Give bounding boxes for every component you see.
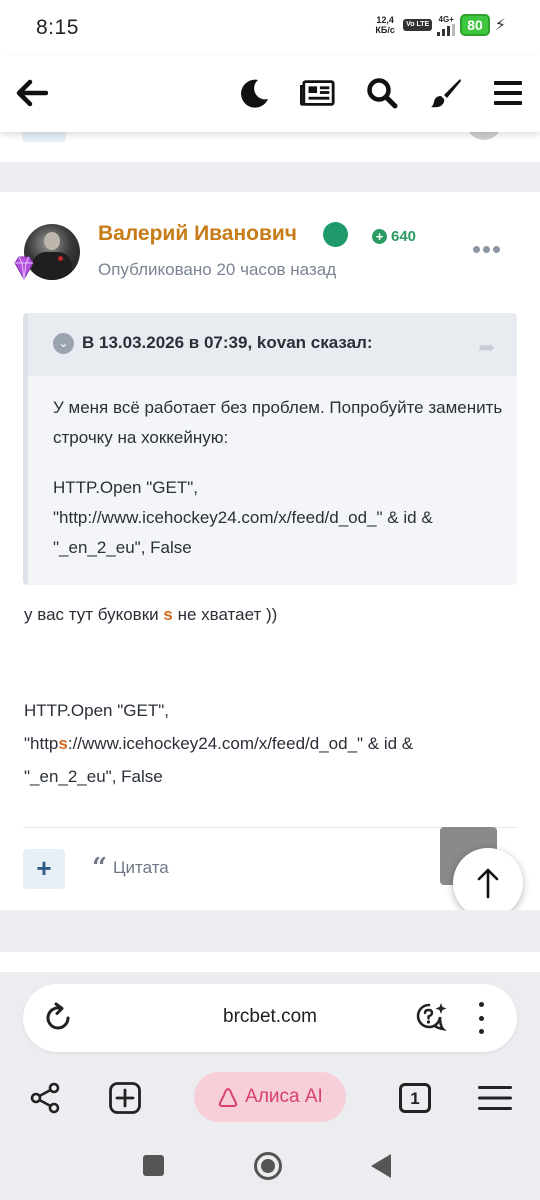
quote-button[interactable]: “ Цитата: [92, 853, 169, 883]
tab-count: 1: [399, 1083, 431, 1113]
address-bar[interactable]: brcbet.com: [23, 984, 517, 1052]
status-bar: 8:15 12,4 КБ/с Vo LTE 4G+ 80 ⚡: [0, 0, 540, 56]
status-time: 8:15: [36, 16, 79, 39]
share-icon[interactable]: [25, 1078, 65, 1118]
alice-icon: [218, 1087, 238, 1107]
reputation-value: 640: [391, 228, 417, 245]
ai-assistant-icon[interactable]: [413, 999, 449, 1035]
forum-post: Валерий Иванович + 640 Опубликовано 20 ч…: [0, 192, 540, 918]
battery-icon: 80: [460, 14, 490, 36]
quote-code: HTTP.Open "GET", "http://www.icehockey24…: [53, 478, 433, 557]
published-date[interactable]: Опубликовано 20 часов назад: [98, 260, 336, 280]
quote-citation: В 13.03.2026 в 07:39, kovan сказал:: [82, 333, 373, 352]
post-code-line: HTTP.Open "GET",: [24, 701, 169, 720]
multiquote-add-button[interactable]: +: [23, 849, 65, 889]
new-tab-icon[interactable]: [105, 1078, 145, 1118]
volte-icon: Vo LTE: [403, 19, 433, 31]
arrow-up-icon: [477, 868, 499, 899]
online-status-indicator: [323, 222, 348, 247]
net-speed: 12,4 КБ/с: [372, 15, 398, 35]
next-post-top: [0, 952, 540, 972]
scroll-to-top-button[interactable]: [453, 848, 523, 918]
signal-icon: 4G+: [437, 14, 456, 36]
browser-menu-icon[interactable]: [471, 1002, 491, 1034]
quote-text: У меня всё работает без проблем. Попробу…: [53, 398, 503, 447]
moon-icon[interactable]: [236, 75, 272, 111]
author-name[interactable]: Валерий Иванович: [98, 222, 297, 246]
alice-ai-button[interactable]: Алиса AI: [194, 1072, 346, 1122]
browser-nav: Алиса AI 1: [0, 1070, 540, 1126]
post-code-part: ://www.icehockey24.com/x/feed/d_od_" & i…: [24, 734, 414, 786]
post-code-line: "https://www.icehockey24.com/x/feed/d_od…: [24, 727, 504, 793]
quote-icon: “: [92, 853, 107, 883]
highlighted-letter: s: [58, 734, 68, 753]
net-speed-unit: КБ/с: [375, 25, 395, 35]
reputation-badge[interactable]: + 640: [372, 228, 416, 245]
system-navigation-bar: [0, 1132, 540, 1200]
post-separator: [0, 910, 540, 952]
share-arrow-icon[interactable]: ➦: [478, 335, 495, 360]
tabs-button[interactable]: 1: [395, 1078, 435, 1118]
highlighted-letter: s: [163, 605, 173, 624]
gem-badge-icon: [10, 254, 38, 282]
search-icon[interactable]: [364, 75, 400, 111]
post-text: у вас тут буковки s не хватает )): [24, 605, 277, 625]
post-code-part: "http: [24, 734, 59, 753]
status-icons: 12,4 КБ/с Vo LTE 4G+ 80 ⚡: [372, 14, 506, 36]
hamburger-menu-icon[interactable]: [490, 75, 526, 111]
network-type: 4G+: [438, 14, 454, 24]
home-icon[interactable]: [254, 1152, 282, 1180]
plus-circle-icon: +: [372, 229, 387, 244]
post-text-part: у вас тут буковки: [24, 605, 164, 624]
quote-button-label: Цитата: [112, 858, 169, 877]
more-options-icon[interactable]: [473, 246, 500, 253]
browser-hamburger-icon[interactable]: [475, 1078, 515, 1118]
recents-icon[interactable]: [143, 1155, 164, 1176]
previous-post-footer: [0, 122, 540, 162]
alice-label: Алиса AI: [245, 1086, 323, 1107]
net-speed-value: 12,4: [376, 15, 394, 25]
quote-block: ⌄ В 13.03.2026 в 07:39, kovan сказал: ➦ …: [23, 313, 517, 585]
newspaper-icon[interactable]: [300, 75, 336, 111]
post-code: HTTP.Open "GET", "https://www.icehockey2…: [24, 694, 504, 793]
chevron-down-icon[interactable]: ⌄: [53, 333, 74, 354]
charging-icon: ⚡: [494, 17, 506, 34]
browser-bottom-bar: brcbet.com Алиса AI 1: [0, 972, 540, 1132]
back-triangle-icon[interactable]: [371, 1154, 391, 1178]
brush-icon[interactable]: [428, 75, 464, 111]
post-separator: [0, 162, 540, 192]
forum-header: [0, 56, 540, 132]
post-text-part: не хватает )): [172, 605, 278, 624]
back-arrow-icon[interactable]: [14, 75, 50, 111]
quote-header[interactable]: ⌄ В 13.03.2026 в 07:39, kovan сказал: ➦: [28, 313, 517, 376]
